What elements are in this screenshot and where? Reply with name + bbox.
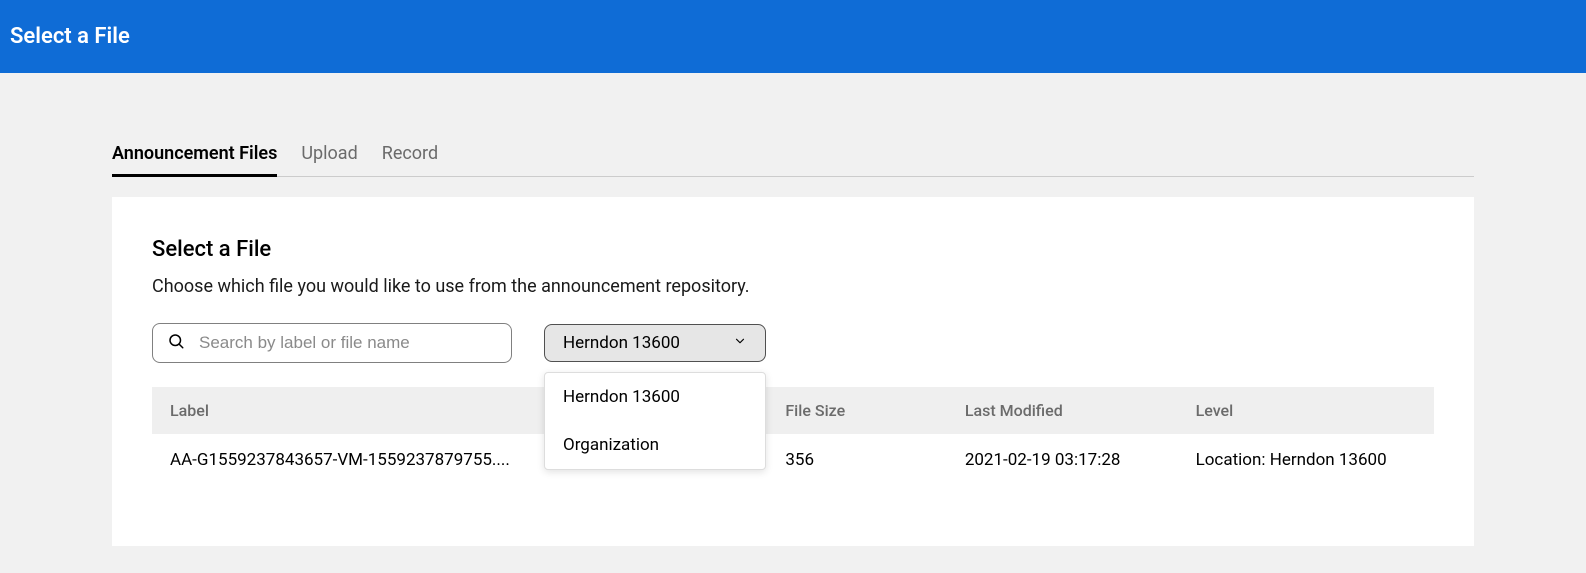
location-dropdown-button[interactable]: Herndon 13600 [544, 324, 766, 362]
column-header-level[interactable]: Level [1178, 387, 1434, 434]
location-dropdown: Herndon 13600 Herndon 13600 Organization [544, 324, 766, 362]
cell-last-modified: 2021-02-19 03:17:28 [947, 434, 1178, 486]
search-icon [167, 332, 185, 354]
cell-level: Location: Herndon 13600 [1178, 434, 1434, 486]
dropdown-option-herndon[interactable]: Herndon 13600 [545, 373, 765, 421]
files-table: Label File Size Last Modified Level AA-G… [152, 387, 1434, 486]
dropdown-selected-label: Herndon 13600 [563, 333, 680, 353]
column-header-last-modified[interactable]: Last Modified [947, 387, 1178, 434]
controls-row: Herndon 13600 Herndon 13600 Organization [152, 323, 1434, 363]
table-header-row: Label File Size Last Modified Level [152, 387, 1434, 434]
cell-filesize: 356 [767, 434, 946, 486]
tab-label: Record [382, 143, 438, 164]
main-panel: Select a File Choose which file you woul… [112, 197, 1474, 546]
tab-announcement-files[interactable]: Announcement Files [112, 133, 277, 177]
dropdown-option-organization[interactable]: Organization [545, 421, 765, 469]
table-row[interactable]: AA-G1559237843657-VM-1559237879755.... 3… [152, 434, 1434, 486]
search-input[interactable] [199, 333, 497, 353]
content-wrapper: Announcement Files Upload Record Select … [0, 133, 1586, 546]
panel-title: Select a File [152, 237, 1434, 262]
location-dropdown-menu: Herndon 13600 Organization [544, 372, 766, 470]
tab-label: Announcement Files [112, 143, 277, 164]
tab-record[interactable]: Record [382, 133, 438, 177]
dropdown-option-label: Organization [563, 435, 659, 455]
tabs: Announcement Files Upload Record [112, 133, 1474, 177]
tab-label: Upload [301, 143, 357, 164]
search-box[interactable] [152, 323, 512, 363]
page-header: Select a File [0, 0, 1586, 73]
chevron-down-icon [733, 333, 747, 353]
dropdown-option-label: Herndon 13600 [563, 387, 680, 407]
tab-upload[interactable]: Upload [301, 133, 357, 177]
column-header-filesize[interactable]: File Size [767, 387, 946, 434]
page-header-title: Select a File [10, 24, 130, 49]
panel-description: Choose which file you would like to use … [152, 276, 1434, 297]
